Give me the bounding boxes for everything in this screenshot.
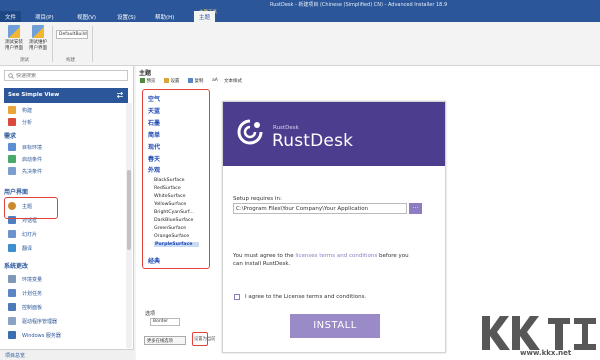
- see-simple-view-button[interactable]: See Simple View: [4, 88, 128, 103]
- theme-surface-item[interactable]: OrangeSurface: [154, 234, 189, 239]
- install-path-field[interactable]: C:\Program Files\Your Company\Your Appli…: [233, 203, 407, 214]
- theme-highlight-box: [4, 197, 58, 219]
- tab-view[interactable]: 视图(V): [72, 11, 101, 22]
- scheduled-tasks-icon: [8, 289, 16, 297]
- title-bar: RustDesk - 新建项目 (Chinese (Simplified) CN…: [0, 0, 600, 9]
- theme-surface-item-selected[interactable]: PurpleSurface: [154, 242, 199, 247]
- sidebar-section-requirements: 需求: [4, 133, 17, 140]
- apply-button[interactable]: 设置: [164, 78, 179, 84]
- tab-project[interactable]: 项目(P): [30, 11, 59, 22]
- theme-category[interactable]: 现代: [148, 142, 160, 151]
- more-online-options-button[interactable]: 更多在线选项: [144, 336, 186, 345]
- ribbon-separator: [52, 26, 53, 62]
- theme-toolbar: 预览 设置 复制 aA 文本样式: [140, 78, 600, 87]
- preview-button[interactable]: 预览: [140, 78, 155, 84]
- theme-category[interactable]: 简单: [148, 130, 160, 139]
- theme-category[interactable]: 空气: [148, 94, 160, 103]
- copy-button[interactable]: 复制: [188, 78, 203, 84]
- setup-label: Setup requires in:: [233, 196, 282, 202]
- sidebar-item-driver-manager[interactable]: 驱动程序管理器: [8, 316, 118, 327]
- group-label-build: 构建: [66, 58, 75, 63]
- theme-category[interactable]: 外观: [148, 165, 160, 174]
- build-icon: [8, 106, 16, 114]
- sidebar-item-windows-server[interactable]: Windows 服务器: [8, 330, 118, 341]
- ribbon-separator: [92, 26, 93, 62]
- theme-surface-item[interactable]: DarkBlueSurface: [154, 218, 193, 223]
- theme-surface-item[interactable]: YellowSurface: [154, 202, 186, 207]
- build-dropdown[interactable]: DefaultBuild: [56, 30, 88, 39]
- sidebar-item-build[interactable]: 构建: [8, 105, 118, 116]
- driver-manager-icon: [8, 317, 16, 325]
- preview-app-name: RustDesk: [272, 131, 354, 151]
- sidebar-item-scheduled-tasks[interactable]: 计划任务: [8, 288, 118, 299]
- agree-checkbox[interactable]: [234, 294, 240, 300]
- tab-help[interactable]: 帮助(H): [150, 11, 179, 22]
- sidebar-scrollbar-thumb[interactable]: [127, 170, 131, 250]
- theme-surface-item[interactable]: RedSurface: [154, 186, 181, 191]
- sidebar-item-translations[interactable]: 翻译: [8, 243, 118, 254]
- theme-category[interactable]: 石墨: [148, 118, 160, 127]
- test-maintenance-icon: [32, 25, 44, 38]
- install-button[interactable]: INSTALL: [290, 314, 380, 338]
- env-vars-icon: [8, 275, 16, 283]
- sidebar-item-analyze[interactable]: 分析: [8, 117, 118, 128]
- project-summary-bar[interactable]: 项目总览: [0, 349, 134, 360]
- agree-text: You must agree to the licenses terms and…: [233, 253, 409, 267]
- translations-icon: [8, 244, 16, 252]
- sidebar-item-env-vars[interactable]: 环境变量: [8, 274, 118, 285]
- browse-button[interactable]: ...: [409, 203, 422, 214]
- target-env-icon: [8, 143, 16, 151]
- watermark-url: www.kkx.net: [520, 349, 572, 357]
- launch-conditions-icon: [8, 155, 16, 163]
- theme-surface-item[interactable]: GreenSurface: [154, 226, 186, 231]
- set-as-current-button[interactable]: 设置为当前: [192, 332, 215, 346]
- sidebar-item-target-env[interactable]: 目标环境: [8, 142, 118, 153]
- copy-icon: [188, 78, 193, 83]
- test-maintenance-ui-button[interactable]: 测试维护用户界面: [27, 25, 49, 57]
- analyze-icon: [8, 118, 16, 126]
- windows-server-icon: [8, 331, 16, 339]
- swap-icon: [116, 91, 124, 99]
- test-install-icon: [8, 25, 20, 38]
- theme-list[interactable]: 空气 天蓝 石墨 简单 现代 春天 外观 BlackSurface RedSur…: [142, 89, 210, 269]
- license-link[interactable]: licenses terms and conditions: [295, 253, 377, 259]
- search-icon: [8, 73, 14, 79]
- preview-icon: [140, 78, 145, 83]
- search-input[interactable]: [16, 73, 124, 79]
- text-style-button[interactable]: 文本样式: [224, 78, 242, 84]
- theme-category[interactable]: 春天: [148, 154, 160, 163]
- theme-surface-item[interactable]: WhiteSurface: [154, 194, 186, 199]
- theme-category[interactable]: 天蓝: [148, 106, 160, 115]
- border-dropdown[interactable]: Border: [150, 318, 180, 326]
- theme-category[interactable]: 经典: [148, 256, 160, 265]
- tab-theme[interactable]: 主题: [194, 11, 216, 22]
- slideshow-icon: [8, 230, 16, 238]
- theme-surface-item[interactable]: BlackSurface: [154, 178, 185, 183]
- tab-file[interactable]: 文件: [0, 11, 22, 22]
- ribbon-tabs: 文件 项目(P) 视图(V) 设置(S) 帮助(H) 主题工具 主题: [0, 9, 600, 22]
- sidebar-section-ui: 用户界面: [4, 189, 29, 196]
- sidebar-item-slideshow[interactable]: 幻灯片: [8, 229, 118, 240]
- prerequisites-icon: [8, 167, 16, 175]
- test-install-ui-button[interactable]: 测试安装用户界面: [3, 25, 25, 57]
- text-style-aa-icon[interactable]: aA: [212, 78, 218, 83]
- sidebar-item-launch-conditions[interactable]: 启动条件: [8, 154, 118, 165]
- control-panel-icon: [8, 303, 16, 311]
- sidebar-item-prerequisites[interactable]: 先决条件: [8, 166, 118, 177]
- apply-icon: [164, 78, 169, 83]
- sidebar-item-control-panel[interactable]: 控制面板: [8, 302, 118, 313]
- group-label-test: 测试: [20, 58, 29, 63]
- ribbon: 测试安装用户界面 测试维护用户界面 DefaultBuild 测试 构建: [0, 22, 600, 66]
- tab-settings[interactable]: 设置(S): [112, 11, 141, 22]
- window-title: RustDesk - 新建项目 (Chinese (Simplified) CN…: [270, 2, 448, 8]
- rustdesk-logo-icon: [237, 119, 263, 145]
- theme-surface-item[interactable]: BrightCyanSurf...: [154, 210, 194, 215]
- page-title: 主题: [139, 70, 152, 77]
- sidebar-section-system: 系统更改: [4, 263, 29, 270]
- agree-checkbox-label: I agree to the License terms and conditi…: [245, 294, 367, 300]
- options-label: 选项: [145, 311, 156, 317]
- search-box[interactable]: [4, 70, 128, 81]
